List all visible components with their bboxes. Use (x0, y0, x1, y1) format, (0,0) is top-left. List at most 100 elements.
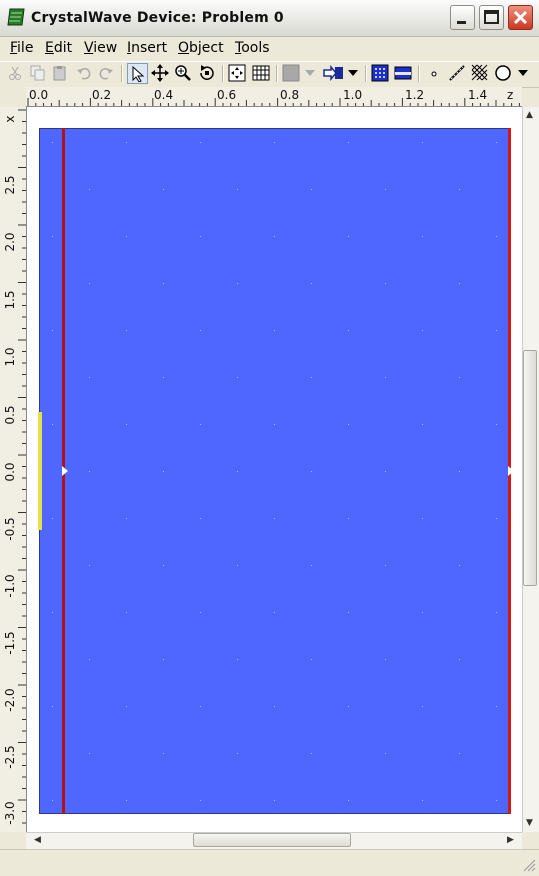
lattice-dot (348, 142, 349, 143)
cut-icon[interactable] (6, 64, 24, 82)
close-icon (513, 10, 528, 25)
ruler-axis-z: z (507, 88, 514, 102)
redo-icon[interactable] (97, 64, 115, 82)
lattice-dot (385, 283, 386, 284)
ruler-axis-x: x (3, 115, 17, 123)
lattice-dot (385, 753, 386, 754)
lattice-dot (422, 612, 423, 613)
paste-icon[interactable] (51, 64, 69, 82)
scroll-right-icon[interactable]: ▶ (507, 835, 514, 845)
minimize-button[interactable] (450, 5, 475, 30)
lattice-dot (348, 612, 349, 613)
copy-icon[interactable] (29, 64, 47, 82)
ruler-label: -1.5 (3, 631, 17, 655)
close-button[interactable] (508, 5, 533, 30)
lattice-dot (89, 189, 90, 190)
circle-shape-icon[interactable] (494, 64, 512, 82)
ruler-label: 0.2 (92, 88, 112, 102)
move-icon[interactable] (151, 64, 169, 82)
ruler-label: 0.5 (3, 405, 17, 425)
lattice-dot (126, 518, 127, 519)
lattice-dot (163, 471, 164, 472)
lattice-dot (89, 753, 90, 754)
source-region[interactable] (38, 412, 42, 530)
lattice-dot (126, 706, 127, 707)
scroll-up-icon[interactable]: ▲ (526, 110, 533, 120)
lattice-dot (274, 706, 275, 707)
lattice-dot (163, 189, 164, 190)
point-icon[interactable] (425, 64, 443, 82)
left-port-marker[interactable] (62, 466, 68, 476)
menu-file[interactable]: File (10, 40, 33, 56)
lattice-dot (89, 283, 90, 284)
menu-view-label: View (84, 40, 118, 56)
resize-grip-icon[interactable] (520, 856, 536, 872)
ruler-label: 2.5 (3, 175, 17, 195)
fit-view-icon[interactable] (228, 64, 246, 82)
lattice-dot (496, 330, 497, 331)
lattice-dot (422, 706, 423, 707)
lattice-dot (163, 565, 164, 566)
rotate-view-icon[interactable] (198, 64, 216, 82)
lattice-dot (200, 706, 201, 707)
vertical-scroll-thumb[interactable] (523, 350, 537, 586)
lattice-dot (200, 612, 201, 613)
minimize-icon (457, 21, 466, 24)
lattice-dot (237, 377, 238, 378)
right-port-marker[interactable] (508, 466, 514, 476)
menu-object[interactable]: Object (178, 40, 224, 56)
fill-color-icon[interactable] (282, 64, 300, 82)
shape-dropdown-icon[interactable] (516, 64, 530, 82)
lattice-dot (52, 518, 53, 519)
lattice-dot (496, 706, 497, 707)
lattice-dot (459, 377, 460, 378)
lattice-dot (274, 330, 275, 331)
scroll-left-icon[interactable]: ◀ (34, 835, 41, 845)
waveguide-icon[interactable] (394, 64, 412, 82)
crystal-fill-icon[interactable] (371, 64, 389, 82)
lattice-dot (52, 706, 53, 707)
export-icon[interactable] (322, 64, 346, 82)
lattice-dot (89, 659, 90, 660)
lattice-dot (496, 518, 497, 519)
lattice-dot (385, 659, 386, 660)
lattice-dot (52, 142, 53, 143)
window-title: CrystalWave Device: Problem 0 (31, 10, 284, 26)
grid-icon[interactable] (252, 64, 270, 82)
menu-view[interactable]: View (84, 40, 117, 56)
lattice-dot (89, 377, 90, 378)
export-dropdown-icon[interactable] (347, 64, 359, 82)
hatch-icon[interactable] (471, 64, 489, 82)
menu-edit[interactable]: Edit (45, 40, 72, 56)
maximize-button[interactable] (479, 5, 504, 30)
lattice-dot (311, 659, 312, 660)
menu-insert[interactable]: Insert (127, 40, 167, 56)
menu-file-label: File (10, 40, 34, 56)
ruler-label: -2.0 (3, 688, 17, 712)
ruler-label: 1.4 (468, 88, 488, 102)
lattice-dot (163, 283, 164, 284)
ruler-label: 1.5 (3, 290, 17, 310)
scroll-down-icon[interactable]: ▼ (526, 818, 533, 828)
lattice-dot (274, 612, 275, 613)
lattice-dot (200, 142, 201, 143)
lattice-dot (274, 800, 275, 801)
menu-tools[interactable]: Tools (235, 40, 270, 56)
crystal-device-region[interactable] (39, 128, 510, 814)
line-draw-icon[interactable] (448, 64, 466, 82)
ruler-label: 0.0 (3, 462, 17, 482)
select-arrow-icon[interactable] (127, 63, 148, 84)
lattice-dot (52, 612, 53, 613)
zoom-icon[interactable] (174, 64, 192, 82)
lattice-dot (348, 330, 349, 331)
status-bar (0, 849, 539, 875)
lattice-dot (385, 471, 386, 472)
toolbar-separator (121, 65, 123, 82)
lattice-dot (496, 800, 497, 801)
lattice-dot (89, 471, 90, 472)
undo-icon[interactable] (75, 64, 93, 82)
fill-color-dropdown-icon[interactable] (304, 64, 316, 82)
horizontal-scroll-thumb[interactable] (193, 833, 351, 847)
lattice-dot (126, 142, 127, 143)
lattice-dot (126, 236, 127, 237)
